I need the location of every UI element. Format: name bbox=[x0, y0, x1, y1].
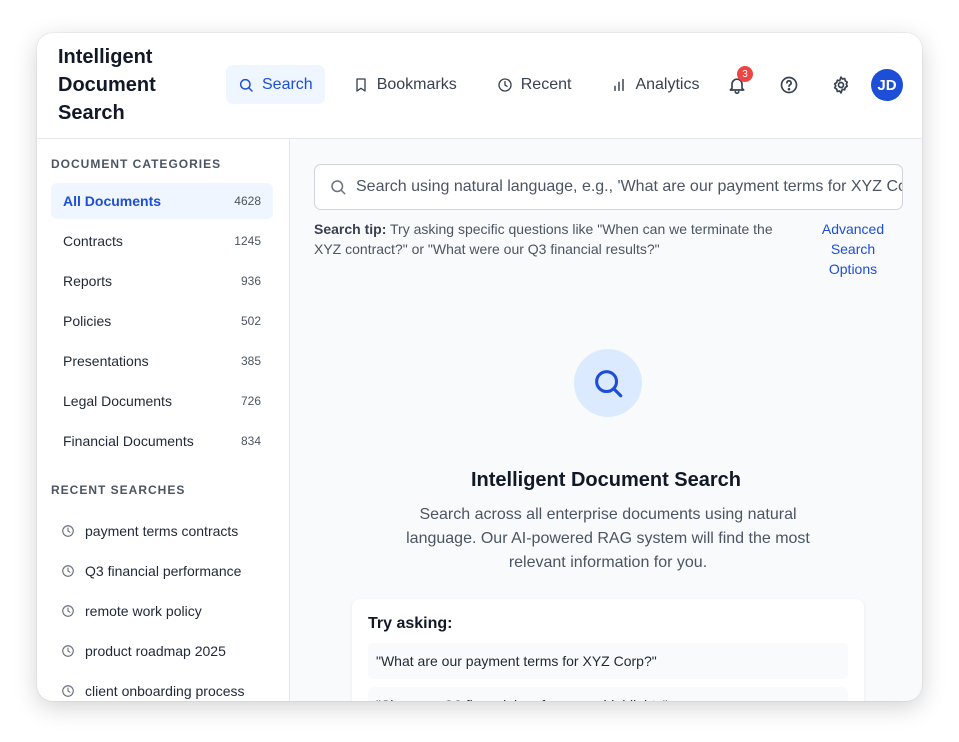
nav-recent-label: Recent bbox=[520, 75, 572, 93]
search-tip-label: Search tip: bbox=[314, 221, 387, 237]
clock-icon bbox=[62, 525, 74, 537]
category-policies[interactable]: Policies 502 bbox=[51, 303, 273, 339]
notification-badge: 3 bbox=[737, 66, 753, 82]
search-icon bbox=[331, 180, 346, 195]
recent-search-item[interactable]: client onboarding process bbox=[61, 671, 289, 701]
sidebar: DOCUMENT CATEGORIES All Documents 4628 C… bbox=[37, 139, 290, 701]
category-reports[interactable]: Reports 936 bbox=[51, 263, 273, 299]
settings-button[interactable] bbox=[825, 69, 857, 101]
nav-analytics-label: Analytics bbox=[635, 75, 700, 93]
clock-icon bbox=[62, 685, 74, 697]
category-list: All Documents 4628 Contracts 1245 Report… bbox=[37, 183, 289, 459]
category-count: 726 bbox=[240, 394, 261, 408]
clock-icon bbox=[498, 77, 512, 92]
header-actions: 3 JD bbox=[701, 66, 903, 101]
recent-search-label: product roadmap 2025 bbox=[85, 643, 226, 659]
category-label: Legal Documents bbox=[63, 393, 172, 409]
help-circle-icon bbox=[780, 76, 798, 94]
gear-icon bbox=[833, 76, 849, 94]
help-button[interactable] bbox=[773, 69, 805, 101]
category-count: 936 bbox=[240, 274, 261, 288]
nav-bookmarks-label: Bookmarks bbox=[376, 75, 457, 93]
search-bar bbox=[314, 164, 903, 210]
recent-search-label: remote work policy bbox=[85, 603, 202, 619]
category-label: Contracts bbox=[63, 233, 123, 249]
nav-recent[interactable]: Recent bbox=[485, 65, 584, 104]
category-financial-documents[interactable]: Financial Documents 834 bbox=[51, 423, 273, 459]
search-icon bbox=[595, 370, 623, 398]
recent-search-item[interactable]: product roadmap 2025 bbox=[61, 631, 289, 671]
category-count: 385 bbox=[240, 354, 261, 368]
main-content: Search tip: Try asking specific question… bbox=[290, 139, 922, 701]
category-count: 1245 bbox=[234, 234, 261, 248]
recent-search-label: client onboarding process bbox=[85, 683, 245, 699]
category-label: All Documents bbox=[63, 193, 162, 209]
app-window: Intelligent Document Search Search Bookm… bbox=[37, 33, 922, 701]
hero-title: Intelligent Document Search bbox=[470, 469, 742, 491]
nav-bookmarks[interactable]: Bookmarks bbox=[341, 65, 469, 104]
recent-search-item[interactable]: Q3 financial performance bbox=[61, 551, 289, 591]
example-query[interactable]: "Show me Q3 financial performance highli… bbox=[368, 687, 848, 701]
nav-analytics[interactable]: Analytics bbox=[599, 65, 711, 104]
category-label: Policies bbox=[63, 313, 112, 329]
user-avatar[interactable]: JD bbox=[871, 69, 903, 101]
category-presentations[interactable]: Presentations 385 bbox=[51, 343, 273, 379]
categories-heading: DOCUMENT CATEGORIES bbox=[51, 157, 222, 171]
nav-search-label: Search bbox=[262, 75, 313, 93]
clock-icon bbox=[62, 605, 74, 617]
recent-search-label: Q3 financial performance bbox=[85, 563, 242, 579]
category-count: 502 bbox=[240, 314, 261, 328]
hero-search-badge bbox=[574, 349, 642, 417]
search-input[interactable] bbox=[356, 178, 902, 196]
category-count: 834 bbox=[240, 434, 261, 448]
recent-search-item[interactable]: remote work policy bbox=[61, 591, 289, 631]
advanced-search-link[interactable]: Advanced Search Options bbox=[813, 219, 893, 279]
try-asking-card: Try asking: "What are our payment terms … bbox=[352, 599, 864, 701]
recent-search-item[interactable]: payment terms contracts bbox=[61, 511, 289, 551]
category-all-documents[interactable]: All Documents 4628 bbox=[51, 183, 273, 219]
search-icon bbox=[239, 78, 253, 92]
main-nav: Search Bookmarks Recent Analytics bbox=[226, 65, 727, 104]
notifications-button[interactable]: 3 bbox=[721, 66, 753, 101]
bookmark-icon bbox=[356, 77, 366, 92]
app-title: Intelligent Document Search bbox=[58, 46, 156, 124]
recent-searches-list: payment terms contracts Q3 financial per… bbox=[37, 511, 289, 701]
category-contracts[interactable]: Contracts 1245 bbox=[51, 223, 273, 259]
nav-search[interactable]: Search bbox=[226, 65, 325, 104]
category-label: Financial Documents bbox=[63, 433, 194, 449]
top-header: Intelligent Document Search Search Bookm… bbox=[37, 33, 922, 139]
example-query[interactable]: "What are our payment terms for XYZ Corp… bbox=[368, 643, 848, 679]
category-label: Presentations bbox=[63, 353, 149, 369]
hero-description: Search across all enterprise documents u… bbox=[406, 506, 810, 571]
category-label: Reports bbox=[63, 273, 113, 289]
bar-chart-icon bbox=[614, 78, 625, 91]
clock-icon bbox=[62, 645, 74, 657]
search-tip: Search tip: Try asking specific question… bbox=[314, 219, 802, 259]
try-asking-title: Try asking: bbox=[368, 615, 453, 632]
recent-searches-heading: RECENT SEARCHES bbox=[51, 483, 186, 497]
clock-icon bbox=[62, 565, 74, 577]
category-legal-documents[interactable]: Legal Documents 726 bbox=[51, 383, 273, 419]
category-count: 4628 bbox=[234, 194, 261, 208]
recent-search-label: payment terms contracts bbox=[85, 523, 239, 539]
